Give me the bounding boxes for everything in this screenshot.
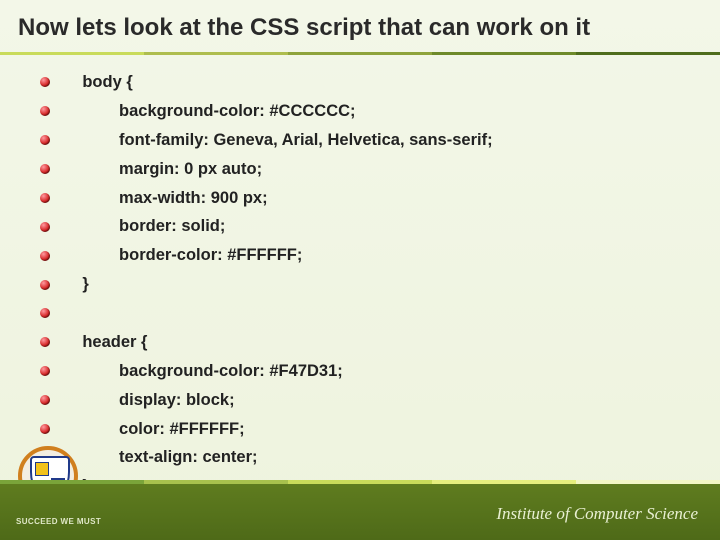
code-line: margin: 0 px auto; <box>40 155 680 184</box>
code-line: border: solid; <box>40 212 680 241</box>
bottom-color-bar <box>0 480 720 484</box>
code-line-text: body { <box>64 68 133 97</box>
code-line-text: border: solid; <box>64 212 225 241</box>
code-line: font-family: Geneva, Arial, Helvetica, s… <box>40 126 680 155</box>
code-line: color: #FFFFFF; <box>40 415 680 444</box>
code-line: header { <box>40 328 680 357</box>
footer-motto: SUCCEED WE MUST <box>16 517 101 526</box>
code-line-text: background-color: #F47D31; <box>64 357 343 386</box>
content-area: body {background-color: #CCCCCC;font-fam… <box>40 68 680 460</box>
code-line: body { <box>40 68 680 97</box>
top-color-bar <box>0 52 720 55</box>
code-line <box>40 299 680 328</box>
code-line-text: text-align: center; <box>64 443 257 472</box>
code-line-text: } <box>64 270 89 299</box>
code-line: } <box>40 270 680 299</box>
code-line: background-color: #F47D31; <box>40 357 680 386</box>
slide-title: Now lets look at the CSS script that can… <box>18 14 702 42</box>
slide: Now lets look at the CSS script that can… <box>0 0 720 540</box>
code-list: body {background-color: #CCCCCC;font-fam… <box>40 68 680 501</box>
code-line: display: block; <box>40 386 680 415</box>
code-line-text: font-family: Geneva, Arial, Helvetica, s… <box>64 126 493 155</box>
code-line-text: max-width: 900 px; <box>64 184 268 213</box>
code-line-text: background-color: #CCCCCC; <box>64 97 356 126</box>
code-line-text: header { <box>64 328 147 357</box>
code-line-text: display: block; <box>64 386 235 415</box>
dept-name: Computer Science <box>574 504 698 523</box>
dept-prefix: Institute <box>496 504 556 523</box>
code-line: background-color: #CCCCCC; <box>40 97 680 126</box>
code-line-text: border-color: #FFFFFF; <box>64 241 302 270</box>
code-line: text-align: center; <box>40 443 680 472</box>
code-line-text <box>64 299 87 328</box>
dept-of: of <box>556 504 573 523</box>
code-line: border-color: #FFFFFF; <box>40 241 680 270</box>
code-line: max-width: 900 px; <box>40 184 680 213</box>
code-line-text: margin: 0 px auto; <box>64 155 262 184</box>
code-line-text: color: #FFFFFF; <box>64 415 245 444</box>
footer-bar: SUCCEED WE MUST Institute of Computer Sc… <box>0 484 720 540</box>
footer-department: Institute of Computer Science <box>496 504 698 524</box>
